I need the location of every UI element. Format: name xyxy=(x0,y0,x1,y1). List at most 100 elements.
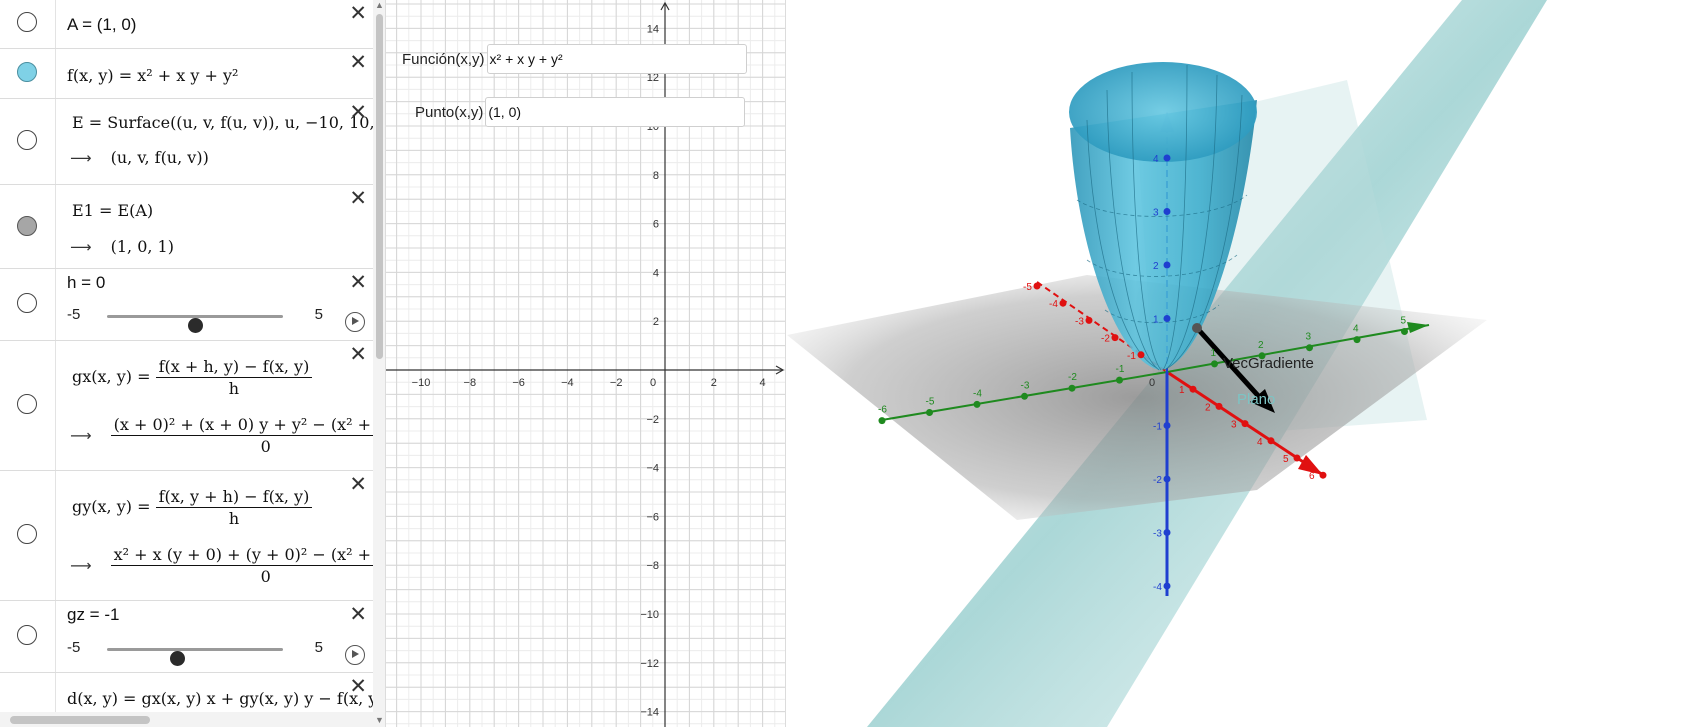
slider-knob[interactable] xyxy=(170,651,186,666)
play-icon[interactable] xyxy=(345,645,365,665)
slider-min: -5 xyxy=(67,306,81,323)
x-tick-label: 0 xyxy=(650,377,656,389)
visibility-dot-icon[interactable] xyxy=(17,130,37,150)
axis-tick-label: -4 xyxy=(1153,582,1162,593)
scroll-down-icon[interactable]: ▼ xyxy=(375,715,384,725)
algebra-row-f[interactable]: f(x, y) = x² + x y + y² ✕ xyxy=(0,49,373,99)
axis-tick-dot xyxy=(878,417,886,425)
algebra-text-f[interactable]: f(x, y) = x² + x y + y² xyxy=(67,66,238,85)
algebra-row-gy[interactable]: gy(x, y) = f(x, y + h) − f(x, y) h ⟶ x² +… xyxy=(0,471,385,601)
algebra-text-A[interactable]: A = (1, 0) xyxy=(67,15,136,35)
delete-icon[interactable]: ✕ xyxy=(349,3,367,24)
visibility-dot-icon[interactable] xyxy=(17,62,37,82)
x-tick-label: 2 xyxy=(711,377,717,389)
axis-tick-dot xyxy=(1319,471,1327,479)
point-E1[interactable] xyxy=(1192,323,1202,333)
function-input-field[interactable]: x² + x y + y² xyxy=(486,44,747,74)
visibility-toggle[interactable] xyxy=(0,185,56,268)
axis-tick-dot xyxy=(1211,360,1218,368)
visibility-dot-icon[interactable] xyxy=(17,216,37,236)
axis-tick-label: 1 xyxy=(1153,315,1159,326)
graphics-3d-canvas[interactable]: VecGradiente Plano -5 -4 -3 -2 -1 1 2 3 4 5 6 -6 -5 -… xyxy=(787,0,1708,727)
visibility-toggle[interactable] xyxy=(0,49,56,98)
visibility-toggle[interactable] xyxy=(0,269,56,340)
point-input-box[interactable]: Punto(x,y) (1, 0) xyxy=(415,97,746,127)
graphics-2d-view[interactable]: −10 −8 −6 −4 −2 0 2 4 14 12 10 8 6 4 2 −2 −4 −6 −8 −10 −12 −1… xyxy=(386,0,786,727)
delete-icon[interactable]: ✕ xyxy=(349,272,367,293)
y-tick-label: −12 xyxy=(640,658,659,670)
play-icon[interactable] xyxy=(345,312,365,332)
visibility-dot-icon[interactable] xyxy=(17,394,37,414)
axis-tick-label: 1 xyxy=(1179,385,1185,396)
axis-tick-dot xyxy=(1116,376,1123,384)
graphics-3d-view[interactable]: VecGradiente Plano -5 -4 -3 -2 -1 1 2 3 4 5 6 -6 -5 -… xyxy=(787,0,1708,727)
algebra-row-E[interactable]: E = Surface((u, v, f(u, v)), u, −10, 10,… xyxy=(0,99,385,185)
point-input-label: Punto(x,y) xyxy=(415,103,484,121)
scrollbar-thumb[interactable] xyxy=(10,716,150,724)
scrollbar-thumb[interactable] xyxy=(376,14,383,359)
algebra-text-E[interactable]: E = Surface((u, v, f(u, v)), u, −10, 10,… xyxy=(72,113,385,132)
algebra-text-gy[interactable]: gy(x, y) = f(x, y + h) − f(x, y) h xyxy=(72,487,313,528)
delete-icon[interactable]: ✕ xyxy=(349,474,367,495)
visibility-toggle[interactable] xyxy=(0,0,56,48)
slider-label-h[interactable]: h = 0 xyxy=(67,273,105,293)
slider-gz[interactable]: -5 5 xyxy=(67,639,323,666)
axis-tick-label: 1 xyxy=(1211,348,1217,359)
visibility-toggle[interactable] xyxy=(0,471,56,600)
point-input-field[interactable]: (1, 0) xyxy=(485,97,746,127)
slider-knob[interactable] xyxy=(188,318,203,333)
axis-tick-label: -3 xyxy=(1153,529,1162,540)
axis-tick-label: 4 xyxy=(1257,437,1263,448)
axis-tick-label: 5 xyxy=(1283,454,1289,465)
gy-result-fraction: x² + x (y + 0) + (y + 0)² − (x² + x y +0 xyxy=(110,545,385,586)
slider-label-gz[interactable]: gz = -1 xyxy=(67,605,119,625)
x-tick-label: −2 xyxy=(610,377,623,389)
slider-track[interactable] xyxy=(107,315,283,333)
visibility-dot-icon[interactable] xyxy=(17,293,37,313)
result-arrow-icon: ⟶ xyxy=(70,426,92,445)
delete-icon[interactable]: ✕ xyxy=(349,604,367,625)
axis-tick-label: 2 xyxy=(1258,340,1264,351)
delete-icon[interactable]: ✕ xyxy=(349,676,367,697)
function-input-box[interactable]: Función(x,y) x² + x y + y² xyxy=(402,44,747,74)
y-tick-label: 12 xyxy=(647,72,659,84)
visibility-toggle[interactable] xyxy=(0,99,56,184)
algebra-row-E1[interactable]: E1 = E(A) ⟶ (1, 0, 1) ✕ xyxy=(0,185,373,269)
x-tick-label: −10 xyxy=(412,377,431,389)
visibility-dot-icon[interactable] xyxy=(17,524,37,544)
algebra-row-h[interactable]: h = 0 -5 5 ✕ xyxy=(0,269,373,341)
scroll-up-icon[interactable]: ▲ xyxy=(375,0,384,10)
algebra-row-gz[interactable]: gz = -1 -5 5 ✕ xyxy=(0,601,373,673)
delete-icon[interactable]: ✕ xyxy=(349,188,367,209)
delete-icon[interactable]: ✕ xyxy=(349,102,367,123)
axis-tick-dot xyxy=(1163,315,1171,322)
axis-tick-label: 5 xyxy=(1401,316,1407,327)
delete-icon[interactable]: ✕ xyxy=(349,344,367,365)
axis-tick-label: -1 xyxy=(1116,364,1125,375)
algebra-text-E1[interactable]: E1 = E(A) xyxy=(72,201,153,220)
plane-label[interactable]: Plano xyxy=(1237,391,1275,408)
delete-icon[interactable]: ✕ xyxy=(349,52,367,73)
algebra-result-text: (u, v, f(u, v)) xyxy=(110,148,209,167)
algebra-text-d[interactable]: d(x, y) = gx(x, y) x + gy(x, y) y − f(x,… xyxy=(67,689,384,708)
paraboloid-rim[interactable] xyxy=(1069,62,1257,162)
visibility-toggle[interactable] xyxy=(0,341,56,470)
algebra-horizontal-scrollbar[interactable] xyxy=(0,712,373,727)
y-tick-label: −6 xyxy=(646,511,659,523)
visibility-dot-icon[interactable] xyxy=(17,625,37,645)
axis-tick-dot xyxy=(1163,475,1171,483)
axis-tick-dot xyxy=(1163,582,1171,590)
algebra-vertical-scrollbar[interactable]: ▲ ▼ xyxy=(373,0,385,727)
visibility-dot-icon[interactable] xyxy=(17,12,37,32)
vector-label[interactable]: VecGradiente xyxy=(1223,355,1314,372)
algebra-row-A[interactable]: A = (1, 0) ✕ xyxy=(0,0,373,49)
visibility-toggle[interactable] xyxy=(0,601,56,672)
axis-tick-label: -5 xyxy=(926,397,935,408)
y-tick-label: −4 xyxy=(646,463,659,475)
axis-tick-dot xyxy=(1137,351,1145,359)
slider-h[interactable]: -5 5 xyxy=(67,306,323,333)
algebra-row-gx[interactable]: gx(x, y) = f(x + h, y) − f(x, y) h ⟶ (x +… xyxy=(0,341,385,471)
algebra-text-gx[interactable]: gx(x, y) = f(x + h, y) − f(x, y) h xyxy=(72,357,313,398)
axis-tick-dot xyxy=(1085,316,1093,324)
slider-track[interactable] xyxy=(107,648,283,666)
